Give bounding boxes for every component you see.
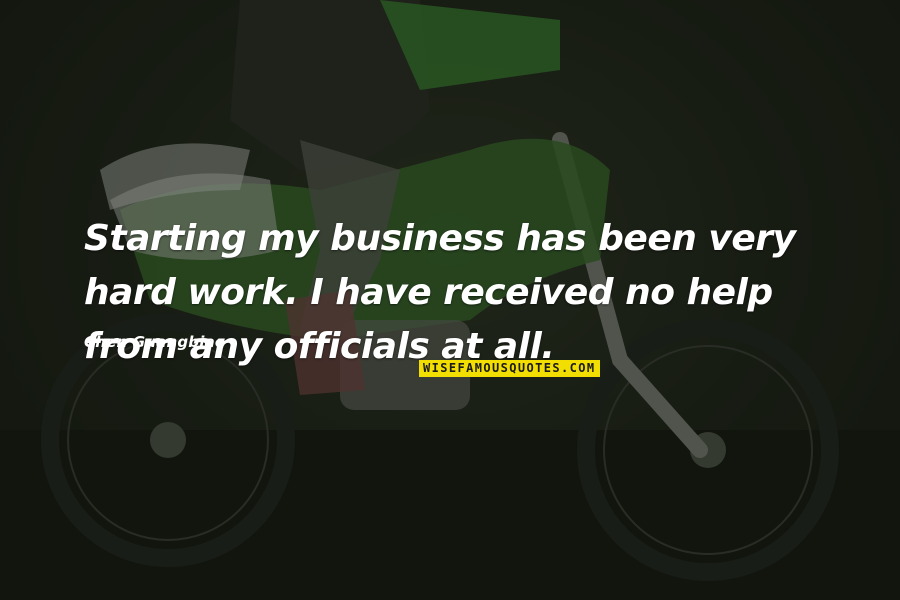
quote-author: Chen Guangbiao xyxy=(84,333,226,351)
site-watermark: WISEFAMOUSQUOTES.COM xyxy=(419,360,600,377)
quote-card: Starting my business has been very hard … xyxy=(0,0,900,600)
